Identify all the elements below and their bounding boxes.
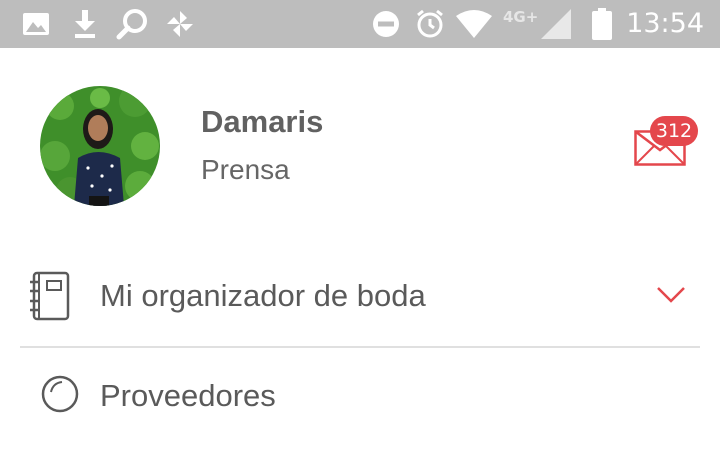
pinwheel-icon xyxy=(164,0,196,48)
wifi-icon xyxy=(456,0,492,48)
image-icon xyxy=(22,0,50,48)
notebook-icon xyxy=(30,271,70,325)
messages-badge: 312 xyxy=(650,116,698,146)
signal-icon xyxy=(540,0,572,48)
profile-role: Prensa xyxy=(201,154,290,185)
menu-item-proveedores-label: Proveedores xyxy=(100,378,276,413)
avatar[interactable] xyxy=(40,86,160,206)
download-icon xyxy=(72,0,98,48)
dnd-icon xyxy=(371,0,401,48)
menu-item-organizador[interactable]: Mi organizador de boda xyxy=(0,246,720,346)
status-time: 13:54 xyxy=(626,8,704,39)
network-type-label: 4G+ xyxy=(503,8,539,26)
search-icon xyxy=(38,372,82,420)
divider xyxy=(20,346,700,348)
search-icon xyxy=(115,0,149,48)
messages-button[interactable]: 312 xyxy=(630,116,702,170)
chevron-down-icon[interactable] xyxy=(656,286,686,308)
menu-item-proveedores[interactable]: Proveedores xyxy=(0,350,720,450)
profile-name: Damaris xyxy=(201,104,324,139)
menu-item-organizador-label: Mi organizador de boda xyxy=(100,278,426,313)
alarm-icon xyxy=(414,0,446,48)
status-bar: 4G+ 13:54 xyxy=(0,0,720,48)
battery-icon xyxy=(590,0,614,48)
